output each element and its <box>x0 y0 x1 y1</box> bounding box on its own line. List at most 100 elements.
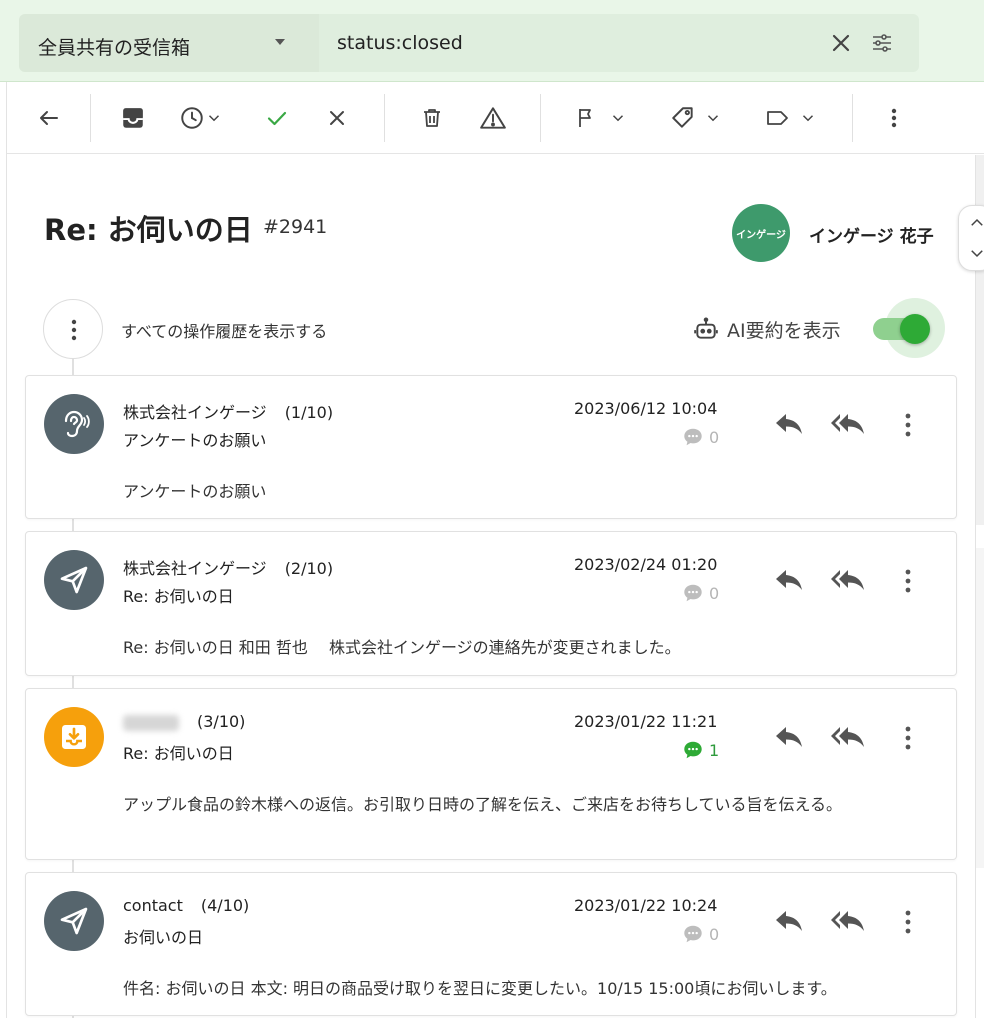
chevron-up-icon[interactable] <box>968 214 984 236</box>
comment-count-value: 0 <box>709 924 720 944</box>
message-sender: 株式会社インゲージ (2/10) <box>123 555 333 579</box>
message-index: (4/10) <box>200 896 250 915</box>
message-subject: Re: お伺いの日 <box>123 744 234 763</box>
toolbar-divider <box>540 94 541 142</box>
more-vertical-icon[interactable] <box>898 724 918 756</box>
label-icon[interactable] <box>765 104 817 132</box>
reply-icon[interactable] <box>774 908 804 938</box>
message-subject: Re: お伺いの日 <box>123 587 234 606</box>
history-label[interactable]: すべての操作履歴を表示する <box>121 318 327 342</box>
comment-count-value: 0 <box>709 427 720 447</box>
ai-summary-label: AI要約を表示 <box>727 320 841 342</box>
message-date: 2023/02/24 01:20 <box>574 555 718 574</box>
ear-icon <box>44 394 104 454</box>
ticket-number: #2941 <box>263 216 328 238</box>
toolbar-divider <box>852 94 853 142</box>
reply-all-icon[interactable] <box>830 567 866 597</box>
sender-name-redacted <box>123 714 179 731</box>
toolbar-divider <box>90 94 91 142</box>
filter-settings-icon[interactable] <box>870 31 894 55</box>
flag-icon[interactable] <box>575 104 627 132</box>
message-date: 2023/06/12 10:04 <box>574 399 718 418</box>
comment-count[interactable]: 0 <box>682 923 719 945</box>
comment-count[interactable]: 1 <box>682 739 719 761</box>
message-date: 2023/01/22 10:24 <box>574 896 718 915</box>
message-card[interactable]: contact (4/10) お伺いの日 2023/01/22 10:24 0 件… <box>25 872 957 1016</box>
chevron-down-icon <box>802 115 814 122</box>
chevron-down-icon <box>208 115 220 122</box>
warning-icon[interactable] <box>479 104 507 132</box>
reply-all-icon[interactable] <box>830 908 866 938</box>
message-sender: (3/10) <box>123 712 245 731</box>
ticket-title: Re: お伺いの日 <box>44 213 253 247</box>
message-body: 件名: お伺いの日 本文: 明日の商品受け取りを翌日に変更したい。10/15 1… <box>123 979 837 998</box>
message-date: 2023/01/22 11:21 <box>574 712 718 731</box>
comment-icon <box>684 584 702 602</box>
assignee-badge-text: インゲージ <box>736 229 786 241</box>
send-icon <box>44 891 104 951</box>
toolbar-divider <box>384 94 385 142</box>
message-body: アップル食品の鈴木様への返信。お引取り日時の了解を伝え、ご来店をお待ちしている旨… <box>123 795 843 814</box>
comment-icon <box>684 428 702 446</box>
reply-icon[interactable] <box>774 724 804 754</box>
search-bar: 全員共有の受信箱 status:closed <box>0 0 984 82</box>
scrollbar-segment <box>976 548 984 868</box>
clear-icon[interactable] <box>829 31 853 55</box>
trash-icon[interactable] <box>420 104 444 132</box>
message-index: (1/10) <box>284 403 334 422</box>
chevron-down-icon[interactable] <box>968 244 984 266</box>
assignee-name: インゲージ 花子 <box>809 227 934 247</box>
more-vertical-icon[interactable] <box>898 908 918 940</box>
send-icon <box>44 550 104 610</box>
reply-all-icon[interactable] <box>830 724 866 754</box>
ticket-navigator <box>958 205 984 271</box>
toolbar <box>7 82 984 154</box>
message-subject: アンケートのお願い <box>123 431 267 450</box>
assignee-avatar[interactable]: インゲージ <box>732 204 790 262</box>
comment-count-value: 1 <box>709 740 720 760</box>
search-input[interactable]: status:closed <box>319 14 919 72</box>
message-card[interactable]: 株式会社インゲージ (2/10) Re: お伺いの日 2023/02/24 01:… <box>25 531 957 676</box>
message-card[interactable]: (3/10) Re: お伺いの日 2023/01/22 11:21 1 アップル… <box>25 688 957 860</box>
ai-toggle-knob[interactable] <box>900 314 930 344</box>
sender-name: 株式会社インゲージ <box>123 559 267 578</box>
inbox-selector-label: 全員共有の受信箱 <box>38 37 191 59</box>
more-vertical-icon[interactable] <box>898 567 918 599</box>
comment-count-value: 0 <box>709 583 720 603</box>
search-query: status:closed <box>337 32 463 54</box>
message-subject: お伺いの日 <box>123 928 204 947</box>
chevron-down-icon <box>612 115 624 122</box>
inbox-tray-icon[interactable] <box>120 104 146 132</box>
message-card[interactable]: 株式会社インゲージ (1/10) アンケートのお願い 2023/06/12 10:… <box>25 375 957 519</box>
message-index: (2/10) <box>284 559 334 578</box>
message-body: アンケートのお願い <box>123 482 267 501</box>
reply-icon[interactable] <box>774 411 804 441</box>
comment-icon <box>684 925 702 943</box>
message-body: Re: お伺いの日 和田 哲也 株式会社インゲージの連絡先が変更されました。 <box>123 638 681 657</box>
more-vertical-icon <box>71 319 77 341</box>
sender-name: 株式会社インゲージ <box>123 403 267 422</box>
more-vertical-icon[interactable] <box>884 104 904 132</box>
reply-icon[interactable] <box>774 567 804 597</box>
sender-name: contact <box>123 896 183 915</box>
message-index: (3/10) <box>197 712 246 731</box>
robot-icon <box>693 316 719 346</box>
comment-count[interactable]: 0 <box>682 426 719 448</box>
close-icon[interactable] <box>325 104 349 132</box>
inbox-selector[interactable]: 全員共有の受信箱 <box>19 14 319 72</box>
comment-icon <box>684 741 702 759</box>
app-root: 全員共有の受信箱 status:closed Re: お伺いの日 #2941 イ… <box>0 0 984 1018</box>
check-icon[interactable] <box>265 104 289 132</box>
more-vertical-icon[interactable] <box>898 411 918 443</box>
chevron-down-icon <box>707 115 719 122</box>
caret-down-icon <box>275 39 285 45</box>
reply-all-icon[interactable] <box>830 411 866 441</box>
history-button[interactable] <box>43 299 103 359</box>
comment-count[interactable]: 0 <box>682 582 719 604</box>
snooze-clock-icon[interactable] <box>179 104 223 132</box>
back-arrow-icon[interactable] <box>37 104 61 132</box>
left-divider <box>6 82 7 1018</box>
tag-icon[interactable] <box>670 104 722 132</box>
message-sender: contact (4/10) <box>123 896 249 915</box>
inbox-download-icon <box>44 707 104 767</box>
